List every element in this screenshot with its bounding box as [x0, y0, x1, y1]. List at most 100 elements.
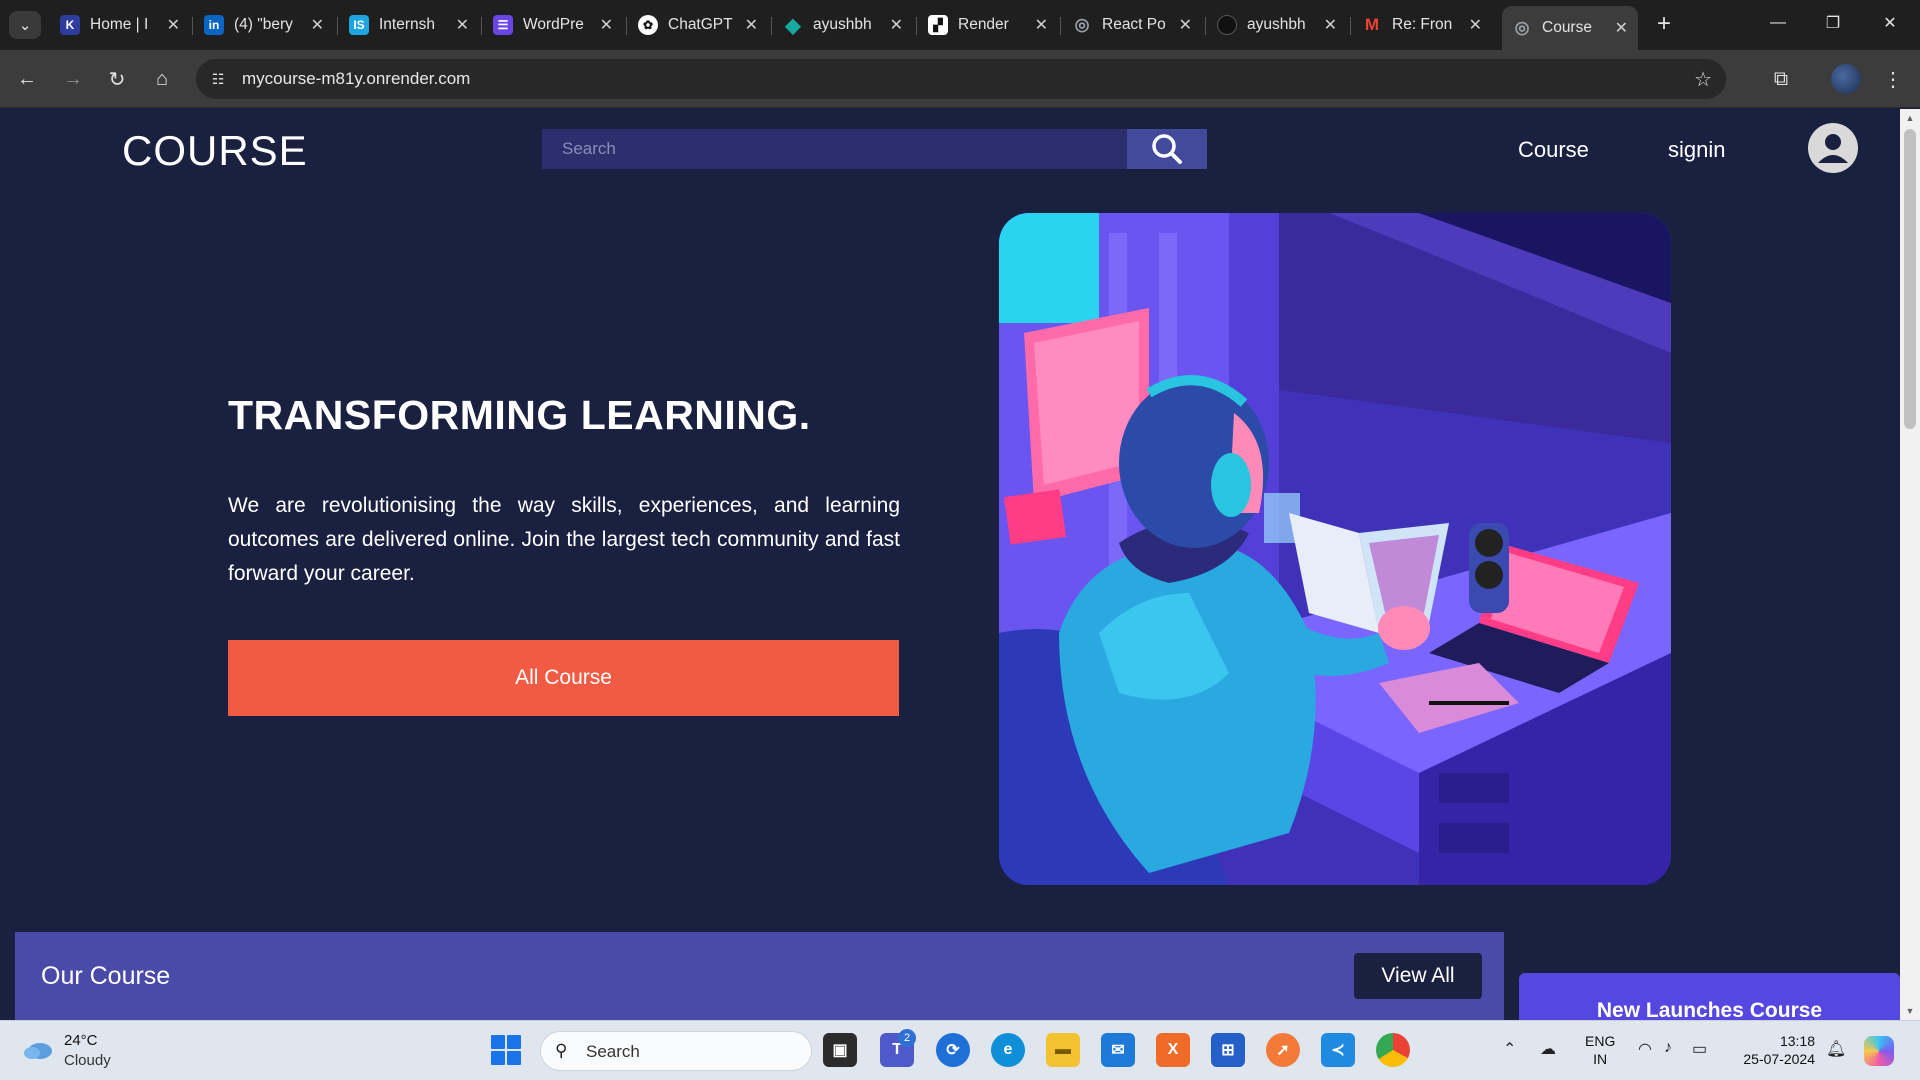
github-icon: [1217, 15, 1237, 35]
tab-github[interactable]: ayushbh ✕: [1207, 8, 1347, 42]
address-bar[interactable]: ☷ mycourse-m81y.onrender.com ☆: [196, 59, 1726, 99]
tab-home[interactable]: K Home | I ✕: [50, 8, 190, 42]
back-button[interactable]: ←: [10, 62, 44, 96]
new-tab-button[interactable]: +: [1650, 10, 1678, 38]
weather-temperature[interactable]: 24°C: [64, 1032, 98, 1049]
edge-browser-icon[interactable]: e: [991, 1033, 1025, 1067]
clock-date: 25-07-2024: [1743, 1051, 1815, 1067]
close-icon[interactable]: ✕: [167, 15, 180, 35]
close-icon[interactable]: ✕: [1324, 15, 1337, 35]
volume-icon[interactable]: ♪: [1664, 1039, 1672, 1057]
copilot-icon[interactable]: [1864, 1036, 1894, 1066]
wifi-icon[interactable]: ◠: [1638, 1039, 1652, 1059]
task-view-icon[interactable]: ▣: [823, 1033, 857, 1067]
chrome-icon[interactable]: [1376, 1033, 1410, 1067]
close-icon[interactable]: ✕: [1615, 18, 1628, 38]
tab-chatgpt[interactable]: ✿ ChatGPT ✕: [628, 8, 768, 42]
globe-icon: ◎: [1074, 15, 1090, 34]
site-logo[interactable]: COURSE: [122, 127, 308, 175]
tab-course-active[interactable]: ◎ Course ✕: [1502, 6, 1638, 50]
restore-button[interactable]: ❐: [1813, 8, 1853, 38]
page-scrollbar[interactable]: ▲ ▼: [1900, 109, 1920, 1020]
tab-label: Render: [958, 16, 1009, 33]
show-hidden-icons-chevron-icon[interactable]: ⌃: [1503, 1039, 1516, 1059]
taskbar-search-box[interactable]: ⚲ Search: [540, 1031, 812, 1071]
view-all-button[interactable]: View All: [1354, 953, 1482, 999]
site-info-icon[interactable]: ☷: [206, 67, 230, 91]
nav-signin-link[interactable]: signin: [1668, 137, 1725, 163]
internshala-icon: IS: [349, 15, 369, 35]
tab-label: ayushbh: [1247, 16, 1306, 33]
region-code: IN: [1593, 1051, 1608, 1067]
notification-bell-icon[interactable]: 🔔︎: [1826, 1039, 1846, 1059]
minimize-button[interactable]: —: [1758, 8, 1798, 38]
our-course-title: Our Course: [41, 962, 171, 990]
site-search: [542, 129, 1207, 169]
search-button[interactable]: [1127, 129, 1207, 169]
xampp-icon[interactable]: X: [1156, 1033, 1190, 1067]
close-icon[interactable]: ✕: [1179, 15, 1192, 35]
tab-label: WordPre: [523, 16, 584, 33]
tab-render[interactable]: ▞ Render ✕: [918, 8, 1058, 42]
tab-gmail[interactable]: M Re: Fron ✕: [1352, 8, 1492, 42]
tab-search-menu-button[interactable]: ⌄: [9, 11, 41, 39]
search-input[interactable]: [542, 129, 1127, 169]
cloudy-weather-icon[interactable]: [22, 1037, 54, 1061]
microsoft-store-icon[interactable]: ⊞: [1211, 1033, 1245, 1067]
windows-taskbar: 24°C Cloudy ⚲ Search ▣ T 2 ⟳ e ▬ ✉ X ⊞ ➚…: [0, 1020, 1920, 1080]
browser-tab-bar: ⌄ K Home | I ✕ in (4) "bery ✕ IS Interns…: [0, 0, 1920, 50]
onedrive-icon[interactable]: ☁: [1540, 1039, 1556, 1059]
forward-button[interactable]: →: [56, 62, 90, 96]
diamond-icon: ◆: [785, 14, 801, 37]
close-icon[interactable]: ✕: [311, 15, 324, 35]
vscode-icon[interactable]: ≺: [1321, 1033, 1355, 1067]
weather-condition[interactable]: Cloudy: [64, 1052, 111, 1069]
browser-toolbar: ← → ↻ ⌂ ☷ mycourse-m81y.onrender.com ☆ ⧉…: [0, 50, 1920, 108]
tab-react[interactable]: ◎ React Po ✕: [1062, 8, 1202, 42]
kotlin-icon: K: [60, 15, 80, 35]
home-button[interactable]: ⌂: [145, 62, 179, 96]
search-icon: ⚲: [555, 1041, 568, 1060]
scroll-up-arrow-icon[interactable]: ▲: [1900, 109, 1920, 127]
hero-illustration: [999, 213, 1671, 885]
tab-label: React Po: [1102, 16, 1166, 33]
close-icon[interactable]: ✕: [890, 15, 903, 35]
battery-icon[interactable]: ▭: [1692, 1039, 1707, 1059]
language-indicator[interactable]: ENG IN: [1585, 1032, 1615, 1068]
kebab-menu-icon[interactable]: ⋮: [1876, 62, 1910, 96]
scrollbar-thumb[interactable]: [1904, 129, 1916, 429]
reload-button[interactable]: ↻: [100, 62, 134, 96]
close-icon[interactable]: ✕: [745, 15, 758, 35]
bookmark-star-icon[interactable]: ☆: [1694, 67, 1712, 92]
tab-label: ayushbh: [813, 16, 872, 33]
tab-internshala[interactable]: IS Internsh ✕: [339, 8, 479, 42]
taskbar-search-label: Search: [586, 1042, 640, 1061]
profile-avatar[interactable]: [1831, 64, 1861, 94]
close-window-button[interactable]: ✕: [1870, 8, 1910, 38]
web-page: COURSE Course signin TRANSFORMING LEARNI…: [0, 109, 1900, 1020]
scroll-down-arrow-icon[interactable]: ▼: [1900, 1002, 1920, 1020]
url-text[interactable]: mycourse-m81y.onrender.com: [242, 69, 470, 89]
close-icon[interactable]: ✕: [456, 15, 469, 35]
close-icon[interactable]: ✕: [1469, 15, 1482, 35]
user-avatar-icon[interactable]: [1808, 123, 1858, 173]
close-icon[interactable]: ✕: [600, 15, 613, 35]
windows-start-icon[interactable]: [491, 1035, 521, 1065]
nav-course-link[interactable]: Course: [1518, 137, 1589, 163]
close-icon[interactable]: ✕: [1035, 15, 1048, 35]
linkedin-icon: in: [204, 15, 224, 35]
all-course-button[interactable]: All Course: [228, 640, 899, 716]
system-clock[interactable]: 13:18 25-07-2024: [1727, 1032, 1815, 1068]
tab-label: Home | I: [90, 16, 149, 33]
teams-notification-badge: 2: [898, 1029, 916, 1047]
tab-ayushbh[interactable]: ◆ ayushbh ✕: [773, 8, 913, 42]
wordpress-forms-icon: ☰: [493, 15, 513, 35]
tab-wordpress[interactable]: ☰ WordPre ✕: [483, 8, 623, 42]
quick-assist-icon[interactable]: ⟳: [936, 1033, 970, 1067]
extensions-icon[interactable]: ⧉: [1764, 62, 1798, 96]
postman-icon[interactable]: ➚: [1266, 1033, 1300, 1067]
tab-linkedin[interactable]: in (4) "bery ✕: [194, 8, 334, 42]
file-explorer-icon[interactable]: ▬: [1046, 1033, 1080, 1067]
mail-icon[interactable]: ✉: [1101, 1033, 1135, 1067]
search-icon: [1152, 134, 1182, 164]
